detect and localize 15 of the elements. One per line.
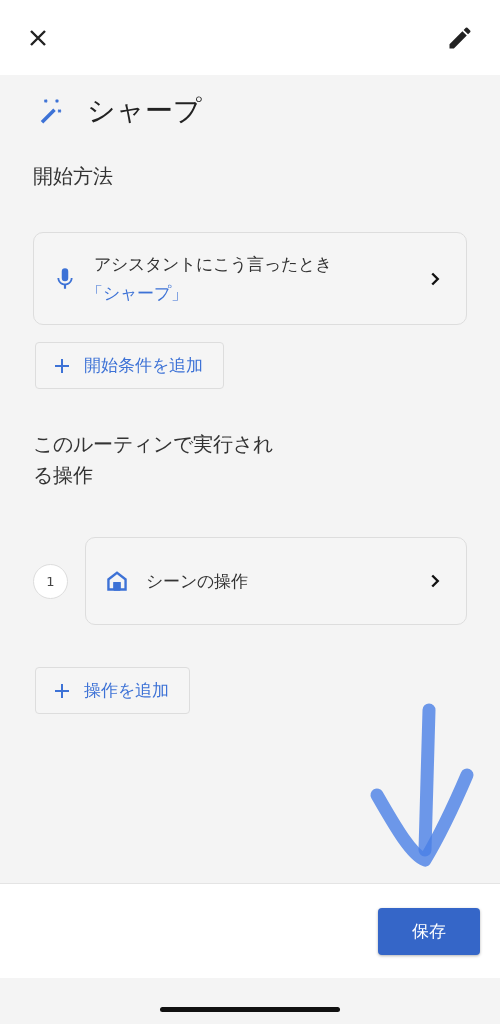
section-heading: 開始方法 <box>33 163 114 190</box>
section-heading: このルーティンで実行される操作 <box>33 431 273 489</box>
save-button[interactable]: 保存 <box>378 907 480 955</box>
plus-icon <box>54 682 70 699</box>
add-button[interactable]: 開始条件を追加 <box>35 342 224 389</box>
plus-icon <box>54 357 70 374</box>
add-button[interactable]: 操作を追加 <box>35 667 190 714</box>
starter-label: アシスタントにこう言ったとき <box>94 252 333 276</box>
action-label: シーンの操作 <box>146 569 249 593</box>
routine-title: シャープ <box>87 93 202 129</box>
action-card[interactable]: シーンの操作 <box>85 537 467 625</box>
starter-card[interactable]: アシスタントにこう言ったとき 「シャープ」 <box>33 232 467 325</box>
step-number: 1 <box>33 563 68 599</box>
starter-phrase: 「シャープ」 <box>86 281 189 305</box>
home-indicator[interactable] <box>160 1006 340 1012</box>
